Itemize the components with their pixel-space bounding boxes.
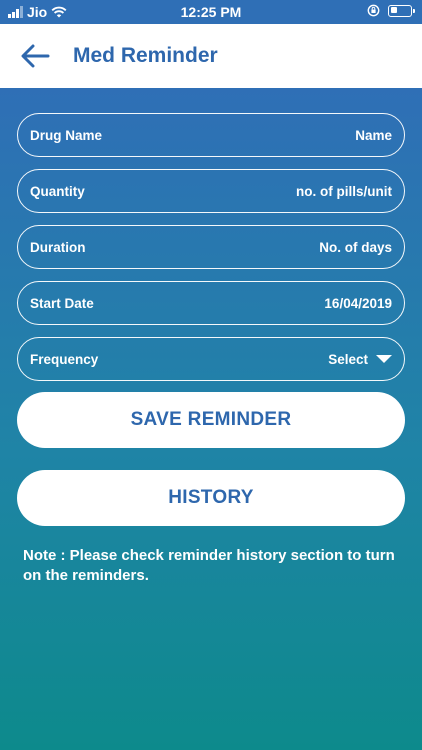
field-label: Duration	[30, 239, 86, 255]
duration-field[interactable]: Duration No. of days	[17, 225, 405, 269]
frequency-value: Select	[328, 352, 392, 367]
status-right	[367, 4, 415, 17]
note-text: Note : Please check reminder history sec…	[23, 547, 395, 584]
back-button[interactable]	[0, 24, 70, 88]
field-placeholder: no. of pills/unit	[296, 183, 392, 199]
select-text: Select	[328, 351, 368, 367]
field-label: Start Date	[30, 295, 94, 311]
field-value: 16/04/2019	[324, 295, 392, 311]
main-content: Drug Name Name Quantity no. of pills/uni…	[0, 88, 422, 750]
field-label: Frequency	[30, 351, 99, 367]
field-label: Quantity	[30, 183, 85, 199]
page-title: Med Reminder	[73, 44, 218, 67]
battery-icon	[388, 4, 415, 17]
field-label: Drug Name	[30, 127, 103, 143]
save-reminder-button[interactable]: SAVE REMINDER	[17, 392, 405, 448]
history-button[interactable]: HISTORY	[17, 470, 405, 526]
field-placeholder: No. of days	[319, 239, 392, 255]
status-time: 12:25 PM	[180, 4, 242, 20]
frequency-select[interactable]: Frequency Select	[17, 337, 405, 381]
orientation-lock-icon	[367, 4, 380, 17]
app-header: Med Reminder	[0, 24, 422, 88]
quantity-field[interactable]: Quantity no. of pills/unit	[17, 169, 405, 213]
arrow-left-icon	[21, 44, 50, 68]
status-bar: Jio 12:25 PM	[0, 0, 422, 24]
drug-name-field[interactable]: Drug Name Name	[17, 113, 405, 157]
caret-down-icon	[376, 355, 392, 363]
field-placeholder: Name	[355, 127, 392, 143]
start-date-field[interactable]: Start Date 16/04/2019	[17, 281, 405, 325]
